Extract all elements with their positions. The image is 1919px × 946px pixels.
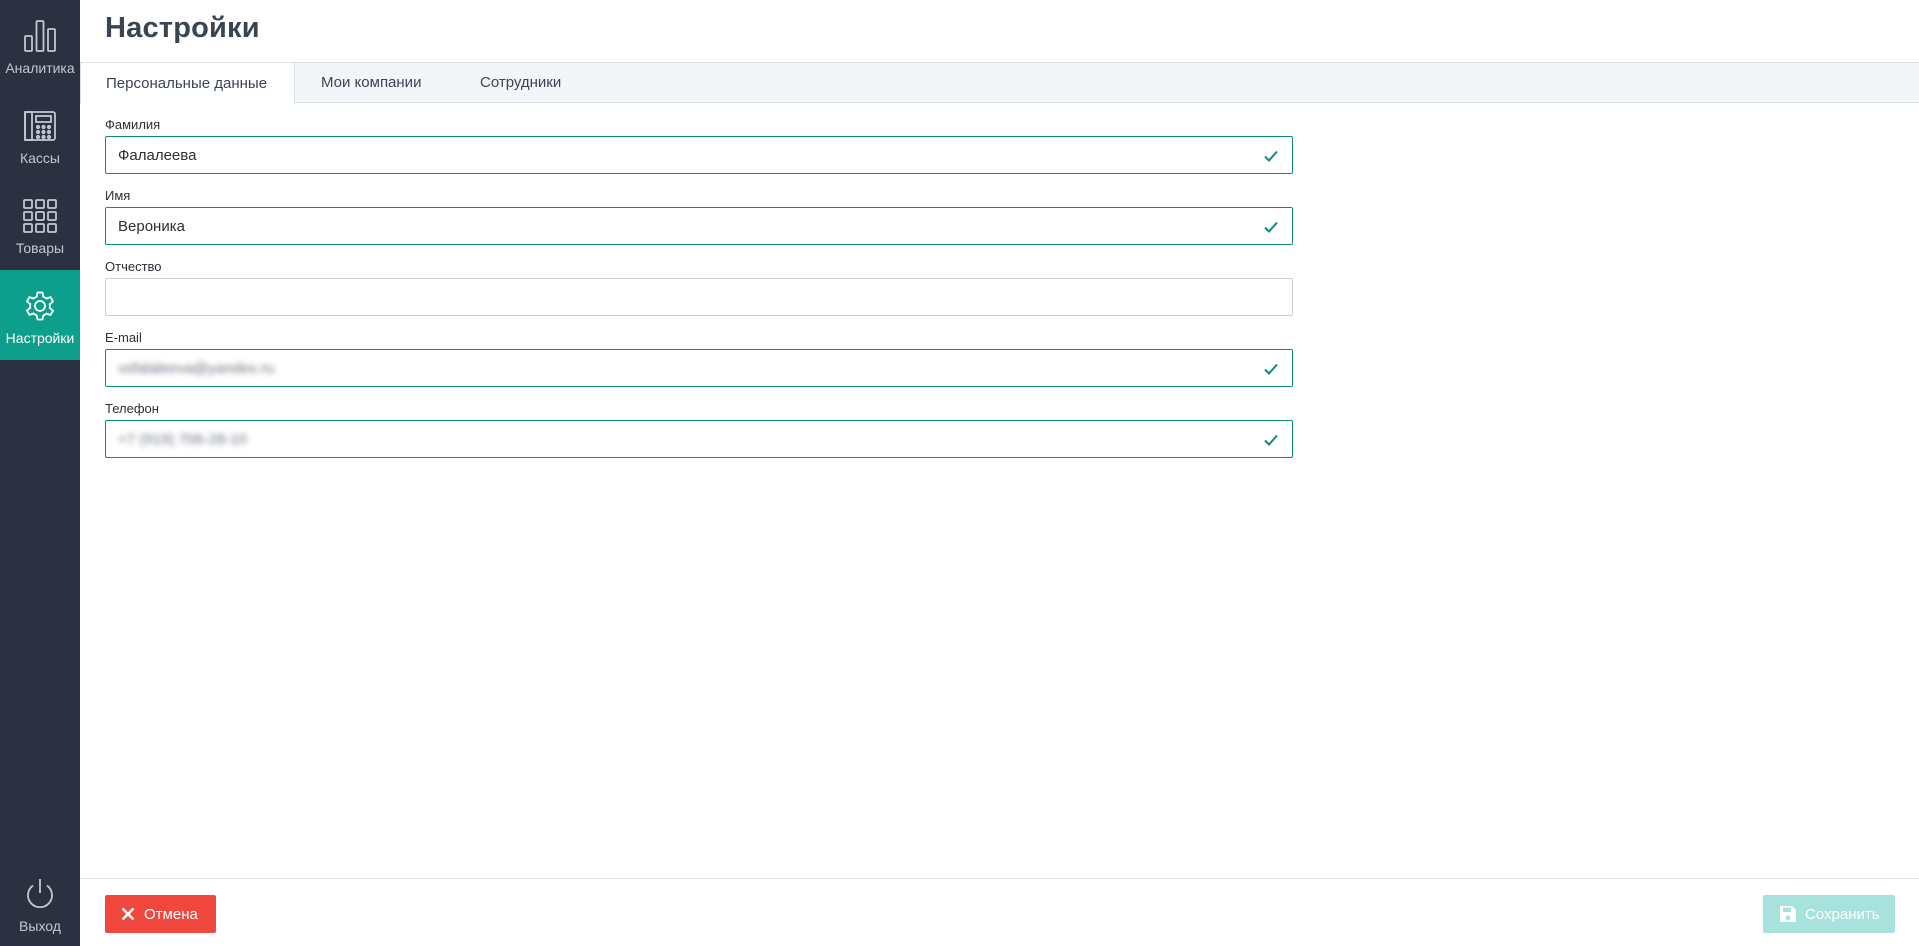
last-name-value: Фалалеева: [118, 146, 197, 164]
phone-input[interactable]: +7 (919) 706-28-10: [105, 420, 1293, 458]
cancel-button[interactable]: Отмена: [105, 895, 216, 933]
check-icon: [1262, 147, 1280, 165]
first-name-value: Вероника: [118, 217, 185, 235]
sidebar-item-label: Аналитика: [5, 60, 75, 76]
phone-label: Телефон: [105, 401, 159, 416]
sidebar-item-label: Кассы: [19, 150, 60, 166]
tab-bar: Персональные данные Мои компании Сотрудн…: [80, 62, 1919, 104]
cancel-button-label: Отмена: [144, 905, 198, 923]
tab-my-companies[interactable]: Мои компании: [321, 62, 471, 103]
page-title: Настройки: [105, 12, 260, 44]
tab-employees[interactable]: Сотрудники: [480, 62, 630, 103]
bar-chart-icon: [20, 16, 60, 56]
save-button-label: Сохранить: [1805, 905, 1880, 923]
grid-icon: [20, 196, 60, 236]
sidebar-item-label: Выход: [19, 918, 61, 934]
patronymic-input[interactable]: [105, 278, 1293, 316]
form-footer: Отмена Сохранить: [80, 878, 1919, 946]
first-name-input[interactable]: Вероника: [105, 207, 1293, 245]
email-value: vsfalaleeva@yandex.ru: [118, 359, 275, 377]
sidebar-item-settings[interactable]: Настройки: [0, 270, 80, 360]
close-icon: [121, 907, 135, 921]
sidebar-item-label: Товары: [15, 240, 65, 256]
patronymic-label: Отчество: [105, 259, 162, 274]
phone-value: +7 (919) 706-28-10: [118, 430, 247, 448]
floppy-disk-icon: [1780, 906, 1796, 922]
gear-icon: [20, 286, 60, 326]
check-icon: [1262, 218, 1280, 236]
email-label: E-mail: [105, 330, 142, 345]
sidebar-item-label: Настройки: [5, 330, 75, 346]
sidebar: Аналитика Кассы Товары Настройки Выход: [0, 0, 80, 946]
last-name-label: Фамилия: [105, 117, 161, 132]
sidebar-item-products[interactable]: Товары: [0, 180, 80, 270]
check-icon: [1262, 431, 1280, 449]
cash-register-icon: [20, 106, 60, 146]
last-name-input[interactable]: Фалалеева: [105, 136, 1293, 174]
check-icon: [1262, 360, 1280, 378]
sidebar-item-cash-registers[interactable]: Кассы: [0, 90, 80, 180]
email-input[interactable]: vsfalaleeva@yandex.ru: [105, 349, 1293, 387]
save-button[interactable]: Сохранить: [1763, 895, 1895, 933]
first-name-label: Имя: [105, 188, 131, 203]
tab-personal-data[interactable]: Персональные данные: [80, 62, 295, 104]
power-icon: [20, 874, 60, 914]
sidebar-item-analytics[interactable]: Аналитика: [0, 0, 80, 90]
sidebar-item-exit[interactable]: Выход: [0, 862, 80, 946]
